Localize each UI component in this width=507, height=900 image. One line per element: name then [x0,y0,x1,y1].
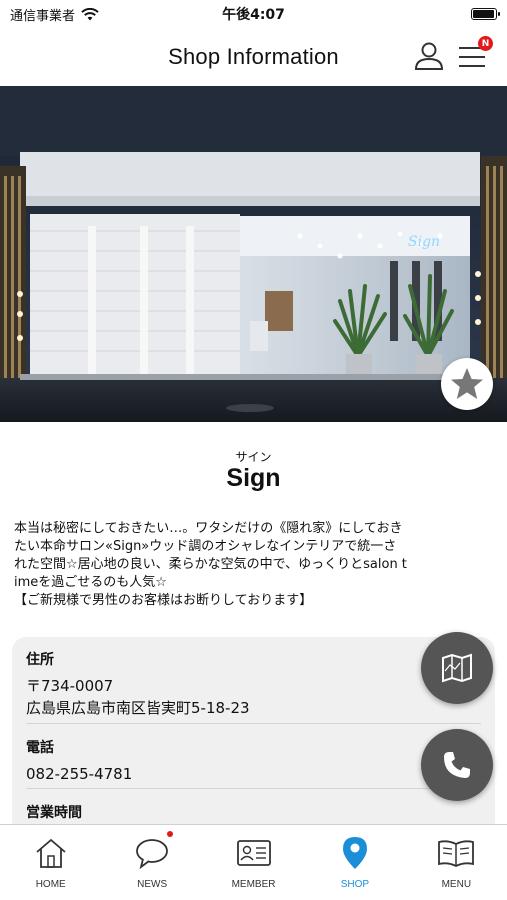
tab-shop[interactable]: SHOP [304,825,405,900]
home-icon [36,838,66,868]
tab-label: SHOP [340,879,370,890]
description-line: 本当は秘密にしておきたい…。ワタシだけの《隠れ家》にしておき [14,521,403,536]
address-text[interactable]: 広島県広島市南区皆実町5-18-23 [26,697,481,719]
battery-level [473,10,494,18]
wifi-icon [81,7,99,20]
favorite-button[interactable] [441,358,493,410]
phone-number[interactable]: 082-255-4781 [26,763,481,785]
book-icon [438,840,475,867]
tab-label: MEMBER [231,879,276,890]
hours-label: 営業時間 [26,805,82,821]
description-line: れた空間☆居心地の良い、柔らかな空気の中で、ゆっくりとsalon t [14,557,407,572]
postal-code: 〒734-0007 [26,677,114,695]
phone-section: 電話 082-255-4781 [26,737,481,785]
page-title: Shop Information [168,44,339,69]
tab-label: NEWS [137,879,168,890]
tab-home[interactable]: HOME [0,825,101,900]
tab-news[interactable]: NEWS [101,825,202,900]
divider [26,788,481,789]
address-label: 住所 [26,652,54,668]
map-pin-icon [342,837,367,869]
phone-icon [444,752,470,778]
map-button[interactable] [421,632,493,704]
news-unread-dot [166,831,173,837]
map-icon [442,653,472,683]
shop-description: 本当は秘密にしておきたい…。ワタシだけの《隠れ家》にしておき たい本命サロン«S… [14,520,496,610]
address-section: 住所 〒734-0007 広島県広島市南区皆実町5-18-23 [26,649,481,719]
divider [26,723,481,724]
member-card-icon [236,840,271,866]
user-icon[interactable] [413,40,445,72]
carrier-name: 通信事業者 [10,8,76,24]
hamburger-menu-button[interactable]: N [457,36,493,72]
status-left: 通信事業者 [10,5,99,24]
star-icon [451,368,483,399]
nav-header: Shop Information N [0,28,507,86]
shop-name: Sign [226,464,281,492]
notification-badge: N [478,36,493,51]
description-line: imeを過ごせるのも人気☆ [14,575,167,590]
phone-label: 電話 [26,740,54,756]
tab-member[interactable]: MEMBER [203,825,304,900]
shop-name-kana: サイン [235,450,272,464]
call-button[interactable] [421,729,493,801]
tab-bar: HOME NEWS MEMBER SHOP MENU [0,824,507,900]
tab-menu[interactable]: MENU [406,825,507,900]
description-line: 【ご新規様で男性のお客様はお断りしております】 [14,593,313,608]
tab-label: HOME [35,879,66,890]
neon-sign-text: Sign [408,234,440,250]
description-line: たい本命サロン«Sign»ウッド調のオシャレなインテリアで統一さ [14,539,397,554]
chat-bubble-icon [136,839,169,869]
status-bar: 通信事業者 午後4:07 [0,0,507,28]
shop-photo: Sign [0,86,507,422]
battery-icon [471,8,500,20]
tab-label: MENU [441,879,472,890]
